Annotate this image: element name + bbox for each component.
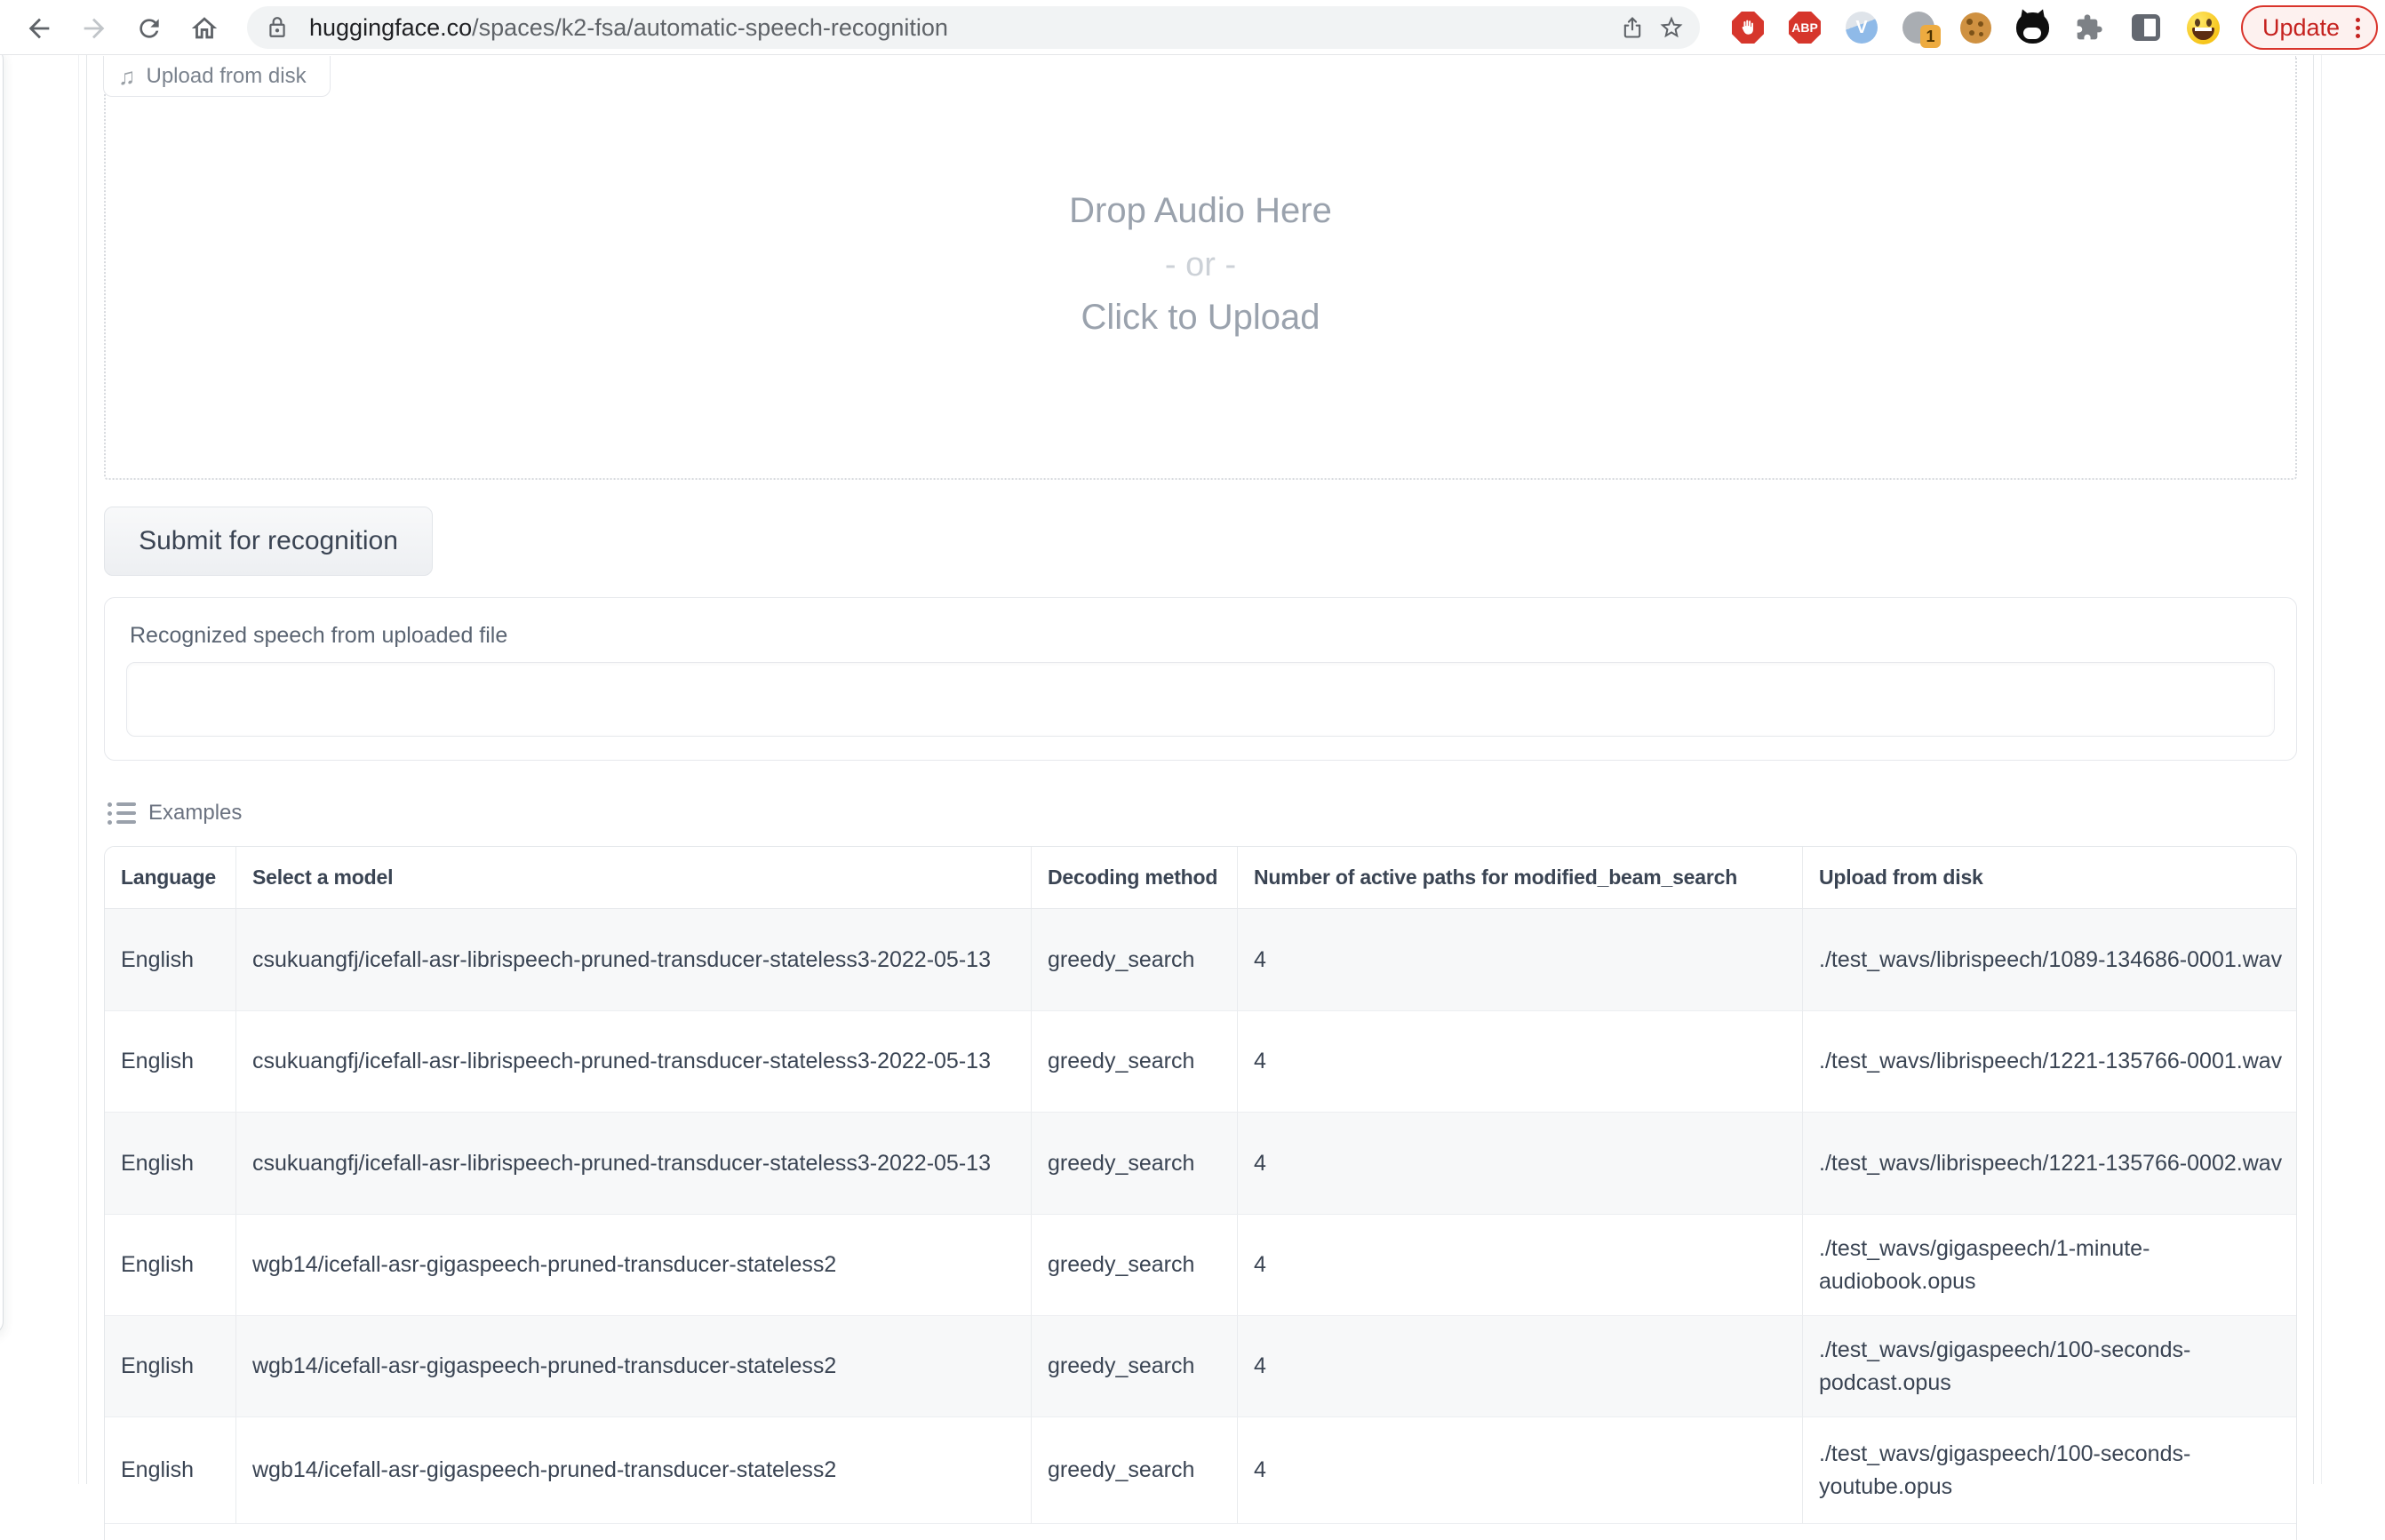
example-row[interactable]: English wgb14/icefall-asr-gigaspeech-pru… — [105, 1215, 2297, 1316]
update-label: Update — [2262, 14, 2340, 42]
home-icon — [189, 13, 219, 44]
cell-paths: 4 — [1238, 909, 1803, 1011]
lock-icon — [258, 8, 297, 47]
extensions-row: ABP V 1 — [1731, 7, 2220, 48]
cell-decoding: greedy_search — [1032, 1417, 1238, 1524]
cell-language: English — [105, 909, 236, 1011]
example-row[interactable]: English wgb14/icefall-asr-gigaspeech-pru… — [105, 1417, 2297, 1524]
cell-language: English — [105, 1011, 236, 1113]
home-button[interactable] — [185, 9, 224, 48]
header-upload-from-disk: Upload from disk — [1803, 847, 2297, 909]
extension-github-icon[interactable] — [2015, 11, 2049, 44]
cell-model: wgb14/icefall-asr-gigaspeech-pruned-tran… — [236, 1417, 1032, 1524]
frame-border-left-inner — [86, 55, 87, 1484]
example-row[interactable]: English csukuangfj/icefall-asr-librispee… — [105, 1011, 2297, 1113]
url-domain: huggingface.co — [309, 14, 472, 41]
address-bar[interactable]: huggingface.co/spaces/k2-fsa/automatic-s… — [247, 6, 1700, 49]
dropzone-text: Drop Audio Here - or - Click to Upload — [106, 191, 2295, 338]
forward-arrow-icon — [79, 13, 109, 44]
examples-list-icon — [108, 802, 136, 825]
cell-file: ./test_wavs/librispeech/1089-134686-0001… — [1803, 909, 2297, 1011]
cell-paths: 4 — [1238, 1417, 1803, 1524]
examples-header: Examples — [108, 801, 242, 826]
cell-paths: 4 — [1238, 1113, 1803, 1215]
browser-menu-kebab-icon[interactable] — [2352, 14, 2364, 42]
audio-dropzone[interactable]: Drop Audio Here - or - Click to Upload — [104, 56, 2297, 480]
dropzone-title: Drop Audio Here — [106, 191, 2295, 231]
cell-file: ./test_wavs/gigaspeech/100-seconds-youtu… — [1803, 1417, 2297, 1524]
extension-sidepanel-icon[interactable] — [2129, 11, 2163, 44]
examples-table: Language Select a model Decoding method … — [104, 846, 2297, 1540]
frame-border-left-outer — [78, 55, 79, 1484]
extension-abp-icon[interactable]: ABP — [1788, 11, 1822, 44]
cell-file: ./test_wavs/gigaspeech/1-minute-audioboo… — [1803, 1215, 2297, 1316]
cell-file: ./test_wavs/librispeech/1221-135766-0001… — [1803, 1011, 2297, 1113]
cell-paths: 4 — [1238, 1011, 1803, 1113]
url-text: huggingface.co/spaces/k2-fsa/automatic-s… — [309, 14, 948, 42]
header-language: Language — [105, 847, 236, 909]
dropzone-subtitle: Click to Upload — [106, 298, 2295, 338]
cell-file: ./test_wavs/gigaspeech/100-seconds-podca… — [1803, 1316, 2297, 1417]
music-notes-icon: ♫ — [118, 65, 136, 88]
header-model: Select a model — [236, 847, 1032, 909]
examples-label: Examples — [148, 801, 242, 826]
upload-from-disk-tab[interactable]: ♫ Upload from disk — [103, 56, 331, 97]
notification-badge: 1 — [1920, 25, 1941, 48]
bookmark-star-icon[interactable] — [1652, 8, 1691, 47]
output-textbox[interactable] — [126, 662, 2275, 737]
cell-decoding: greedy_search — [1032, 1316, 1238, 1417]
cell-language: English — [105, 1316, 236, 1417]
cell-file: ./test_wavs/librispeech/1221-135766-0002… — [1803, 1113, 2297, 1215]
forward-button[interactable] — [75, 9, 114, 48]
cell-decoding: greedy_search — [1032, 909, 1238, 1011]
cell-model: wgb14/icefall-asr-gigaspeech-pruned-tran… — [236, 1316, 1032, 1417]
back-button[interactable] — [20, 9, 59, 48]
cell-paths: 4 — [1238, 1316, 1803, 1417]
back-arrow-icon — [24, 13, 54, 44]
output-group: Recognized speech from uploaded file — [104, 597, 2297, 761]
extensions-puzzle-icon[interactable] — [2072, 11, 2106, 44]
abp-label: ABP — [1789, 12, 1821, 44]
update-button[interactable]: Update — [2241, 5, 2378, 50]
extension-cookie-icon[interactable] — [1958, 11, 1992, 44]
cell-decoding: greedy_search — [1032, 1011, 1238, 1113]
cell-model: csukuangfj/icefall-asr-librispeech-prune… — [236, 1113, 1032, 1215]
frame-border-right-inner — [2313, 55, 2314, 1484]
extension-vimium-icon[interactable]: V — [1845, 11, 1878, 44]
extension-adblock-icon[interactable] — [1731, 11, 1765, 44]
browser-toolbar: huggingface.co/spaces/k2-fsa/automatic-s… — [0, 0, 2385, 55]
header-decoding-method: Decoding method — [1032, 847, 1238, 909]
share-icon[interactable] — [1613, 8, 1652, 47]
reload-button[interactable] — [130, 9, 169, 48]
cell-language: English — [105, 1417, 236, 1524]
example-row[interactable]: English csukuangfj/icefall-asr-librispee… — [105, 1113, 2297, 1215]
vimium-letter: V — [1846, 12, 1878, 44]
header-active-paths: Number of active paths for modified_beam… — [1238, 847, 1803, 909]
output-label: Recognized speech from uploaded file — [130, 623, 507, 649]
cell-decoding: greedy_search — [1032, 1113, 1238, 1215]
frame-border-right-outer — [2321, 55, 2322, 1484]
cell-paths: 4 — [1238, 1215, 1803, 1316]
example-row[interactable]: English csukuangfj/icefall-asr-librispee… — [105, 909, 2297, 1011]
cell-language: English — [105, 1215, 236, 1316]
cell-language: English — [105, 1113, 236, 1215]
cell-model: wgb14/icefall-asr-gigaspeech-pruned-tran… — [236, 1215, 1032, 1316]
url-path: /spaces/k2-fsa/automatic-speech-recognit… — [472, 14, 948, 41]
cell-model: csukuangfj/icefall-asr-librispeech-prune… — [236, 1011, 1032, 1113]
extension-smiley-icon[interactable] — [2186, 11, 2220, 44]
cell-decoding: greedy_search — [1032, 1215, 1238, 1316]
dropzone-separator: - or - — [106, 246, 2295, 284]
window-edge-decoration — [0, 46, 4, 1335]
table-header-row: Language Select a model Decoding method … — [105, 847, 2297, 909]
extension-notification-icon[interactable]: 1 — [1902, 11, 1935, 44]
reload-icon — [135, 14, 164, 43]
submit-button[interactable]: Submit for recognition — [104, 507, 433, 576]
cell-model: csukuangfj/icefall-asr-librispeech-prune… — [236, 909, 1032, 1011]
example-row[interactable]: English wgb14/icefall-asr-gigaspeech-pru… — [105, 1316, 2297, 1417]
upload-tab-label: Upload from disk — [147, 64, 307, 89]
